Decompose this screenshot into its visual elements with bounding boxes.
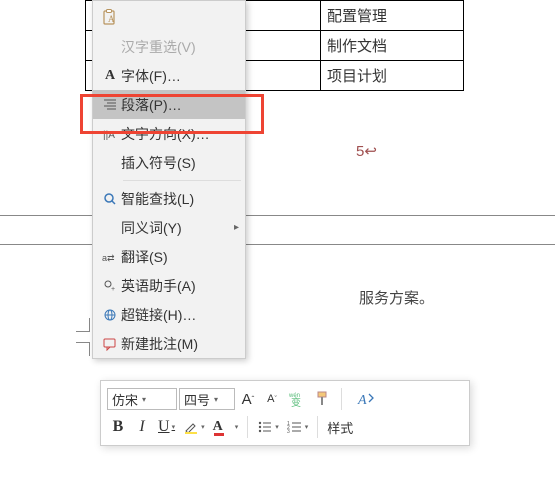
- paragraph-icon: [99, 95, 121, 115]
- cell[interactable]: 配置管理: [321, 1, 464, 31]
- grow-font-button[interactable]: Aˆ: [237, 387, 259, 411]
- svg-text:3: 3: [287, 429, 290, 434]
- styles-label[interactable]: 样式: [324, 415, 356, 439]
- menu-label: 汉字重选(V): [121, 37, 235, 57]
- paragraph-marker[interactable]: 5↩: [356, 142, 377, 160]
- cell[interactable]: 制作文档: [321, 31, 464, 61]
- highlight-button[interactable]: ▾: [180, 415, 208, 439]
- menu-label: 超链接(H)…: [121, 305, 235, 325]
- menu-label: 智能查找(L): [121, 189, 235, 209]
- font-color-button[interactable]: A ▾: [210, 415, 242, 439]
- translate-icon: a⇄: [99, 247, 121, 267]
- menu-paste-options-button[interactable]: A: [93, 3, 245, 32]
- menu-label: 插入符号(S): [121, 153, 235, 173]
- context-menu: A 汉字重选(V) A 字体(F)… 段落(P)… ||A 文字方向(X)… 插…: [92, 0, 246, 359]
- page-margin-guide: [0, 215, 555, 245]
- menu-reselect-hanzi: 汉字重选(V): [93, 32, 245, 61]
- font-icon: A: [99, 66, 121, 86]
- menu-label: 文字方向(X)…: [121, 124, 235, 144]
- menu-smart-lookup[interactable]: 智能查找(L): [93, 184, 245, 213]
- font-size-combo[interactable]: 四号 ▾: [179, 388, 235, 410]
- menu-label: 同义词(Y): [121, 218, 235, 238]
- menu-label: 翻译(S): [121, 247, 235, 267]
- cell[interactable]: 项目计划: [321, 61, 464, 91]
- menu-font[interactable]: A 字体(F)…: [93, 61, 245, 90]
- bold-button[interactable]: B: [107, 415, 129, 439]
- search-icon: [99, 189, 121, 209]
- mini-toolbar: 仿宋 ▾ 四号 ▾ Aˆ Aˇ wén变 A B I U▾ ▾ A ▾: [100, 380, 470, 446]
- menu-label: 字体(F)…: [121, 66, 235, 86]
- numbering-button[interactable]: 123▾: [284, 415, 312, 439]
- font-name-combo[interactable]: 仿宋 ▾: [107, 388, 177, 410]
- menu-label: 新建批注(M): [121, 334, 235, 354]
- format-painter-button[interactable]: [311, 387, 335, 411]
- globe-icon: [99, 305, 121, 325]
- text-direction-icon: ||A: [99, 124, 121, 144]
- underline-button[interactable]: U▾: [155, 415, 178, 439]
- page-corner-guide: [76, 342, 90, 356]
- styles-button[interactable]: A: [348, 387, 384, 411]
- svg-text:变: 变: [291, 396, 301, 408]
- italic-button[interactable]: I: [131, 415, 153, 439]
- comment-icon: [99, 334, 121, 354]
- menu-translate[interactable]: a⇄ 翻译(S): [93, 242, 245, 271]
- menu-hyperlink[interactable]: 超链接(H)…: [93, 300, 245, 329]
- dropdown-arrow-icon: ▾: [142, 395, 146, 404]
- clipboard-icon: A: [99, 8, 121, 28]
- menu-separator: [123, 180, 241, 181]
- dropdown-arrow-icon: ▾: [214, 395, 218, 404]
- svg-text:A: A: [357, 393, 367, 407]
- shrink-font-button[interactable]: Aˇ: [261, 387, 283, 411]
- phonetic-guide-button[interactable]: wén变: [285, 387, 309, 411]
- svg-text:a⇄: a⇄: [102, 253, 115, 263]
- menu-paragraph[interactable]: 段落(P)…: [93, 90, 245, 119]
- bullets-button[interactable]: ▾: [254, 415, 282, 439]
- svg-text:||A: ||A: [103, 130, 115, 141]
- page-corner-guide: [76, 318, 90, 332]
- menu-label: 段落(P)…: [121, 95, 235, 115]
- menu-label: 英语助手(A): [121, 276, 235, 296]
- menu-english-assistant[interactable]: + 英语助手(A): [93, 271, 245, 300]
- menu-text-direction[interactable]: ||A 文字方向(X)…: [93, 119, 245, 148]
- font-size-value: 四号: [184, 390, 210, 409]
- svg-text:+: +: [111, 286, 115, 293]
- body-text[interactable]: 服务方案。: [359, 287, 434, 308]
- menu-new-comment[interactable]: 新建批注(M): [93, 329, 245, 358]
- menu-insert-symbol[interactable]: 插入符号(S): [93, 148, 245, 177]
- menu-synonyms[interactable]: 同义词(Y): [93, 213, 245, 242]
- assistant-icon: +: [99, 276, 121, 296]
- svg-text:A: A: [108, 14, 115, 24]
- font-name-value: 仿宋: [112, 390, 138, 409]
